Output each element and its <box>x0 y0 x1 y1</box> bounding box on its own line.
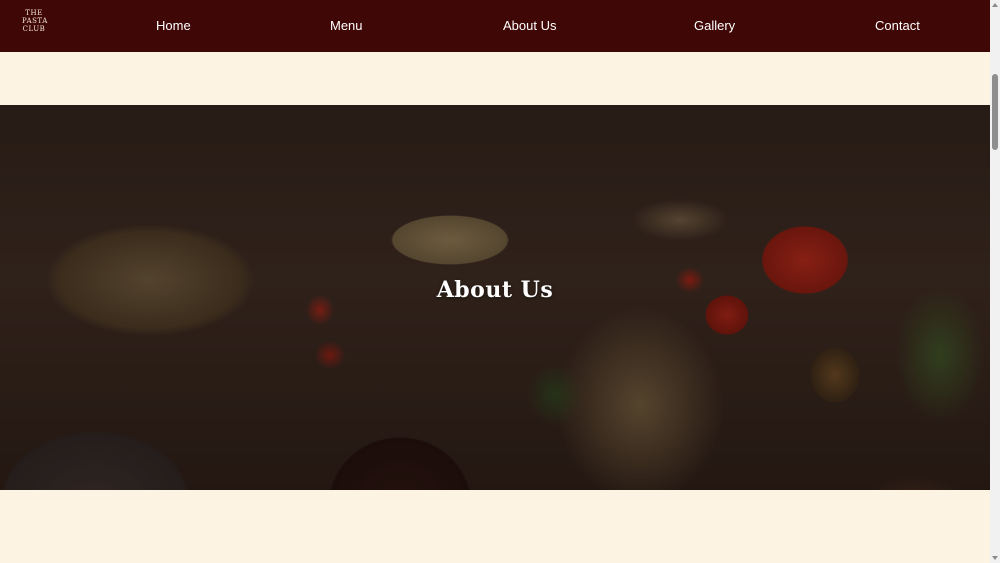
nav-link-contact[interactable]: Contact <box>875 18 920 33</box>
nav-link-home[interactable]: Home <box>156 18 191 33</box>
scroll-up-icon[interactable] <box>992 3 998 7</box>
scroll-down-icon[interactable] <box>992 556 998 560</box>
logo-line-3: CLUB <box>22 25 46 33</box>
site-logo[interactable]: THE PASTA CLUB <box>22 9 48 37</box>
page-scrollbar[interactable] <box>990 0 1000 563</box>
nav-link-about-us[interactable]: About Us <box>503 18 556 33</box>
nav-link-menu[interactable]: Menu <box>330 18 363 33</box>
top-navbar: THE PASTA CLUB Home Menu About Us Galler… <box>0 0 990 52</box>
logo-line-2: PASTA <box>22 17 48 25</box>
scrollbar-thumb[interactable] <box>992 74 998 150</box>
nav-link-gallery[interactable]: Gallery <box>694 18 735 33</box>
logo-line-1: THE <box>25 9 43 17</box>
about-hero-banner: About Us <box>0 105 990 490</box>
hero-title: About Us <box>436 277 554 303</box>
